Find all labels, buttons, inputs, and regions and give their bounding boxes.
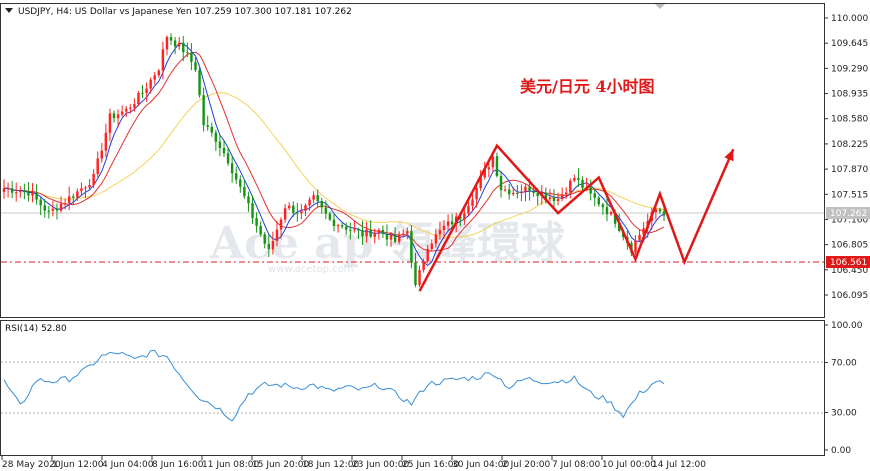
price-panel-frame — [0, 3, 825, 318]
price-tick-label: 108.225 — [831, 140, 868, 150]
rsi-tick-label: 0.00 — [831, 446, 851, 456]
price-tick-label: 109.290 — [831, 64, 868, 74]
price-tick-label: 106.095 — [831, 291, 868, 301]
rsi-tick-label: 70.00 — [831, 359, 857, 369]
level-price-tag: 106.561 — [826, 256, 870, 268]
candle — [137, 91, 140, 107]
time-tick-label: 8 Jun 16:00 — [152, 460, 204, 470]
time-tick-label: 2 Jul 20:00 — [502, 460, 551, 470]
time-tick-label: 4 Jun 04:00 — [102, 460, 154, 470]
time-tick-label: 7 Jul 08:00 — [552, 460, 601, 470]
time-tick-label: 1 Jun 12:00 — [52, 460, 104, 470]
time-tick-label: 10 Jul 00:00 — [602, 460, 656, 470]
time-tick-label: 23 Jun 00:00 — [352, 460, 409, 470]
rsi-axis: 100.00 70.00 30.00 0.00 — [824, 321, 863, 456]
watermark-url: www.acetop.com — [268, 264, 354, 275]
time-tick-label: 11 Jun 08:00 — [202, 460, 259, 470]
price-tick-label: 109.645 — [831, 39, 868, 49]
time-tick-label: 15 Jun 20:00 — [252, 460, 309, 470]
candle — [410, 225, 413, 269]
price-tick-label: 110.000 — [831, 14, 868, 24]
chart-header: USDJPY, H4: US Dollar vs Japanese Yen 10… — [5, 7, 352, 17]
symbol-line: USDJPY, H4: US Dollar vs Japanese Yen 10… — [18, 7, 352, 17]
time-axis: 28 May 20201 Jun 12:004 Jun 04:008 Jun 1… — [1, 456, 706, 470]
price-tick-label: 107.870 — [831, 165, 868, 175]
rsi-tick-label: 30.00 — [831, 409, 857, 419]
chart-stage: Ace ap 領峰環球 www.acetop.com 美元/日元 4小时图 US… — [0, 0, 870, 471]
rsi-tick-label: 100.00 — [831, 321, 863, 331]
time-tick-label: 14 Jul 12:00 — [652, 460, 706, 470]
time-tick-label: 25 Jun 16:00 — [402, 460, 459, 470]
rsi-label: RSI(14) 52.80 — [5, 324, 67, 334]
price-tick-label: 108.580 — [831, 115, 868, 125]
level-price-label: 106.561 — [830, 258, 867, 268]
price-tick-label: 108.935 — [831, 90, 868, 100]
current-price-label: 107.262 — [830, 209, 867, 219]
current-price-tag: 107.262 — [826, 207, 870, 219]
time-tick-label: 18 Jun 12:00 — [302, 460, 359, 470]
chart-annotation: 美元/日元 4小时图 — [520, 77, 655, 96]
candle — [198, 66, 201, 98]
time-tick-label: 30 Jun 04:00 — [452, 460, 509, 470]
rsi-panel-frame — [0, 320, 825, 456]
price-tick-label: 107.515 — [831, 190, 868, 200]
usdjpy-h4-chart: Ace ap 領峰環球 www.acetop.com 美元/日元 4小时图 US… — [0, 3, 870, 470]
price-tick-label: 106.805 — [831, 241, 868, 251]
